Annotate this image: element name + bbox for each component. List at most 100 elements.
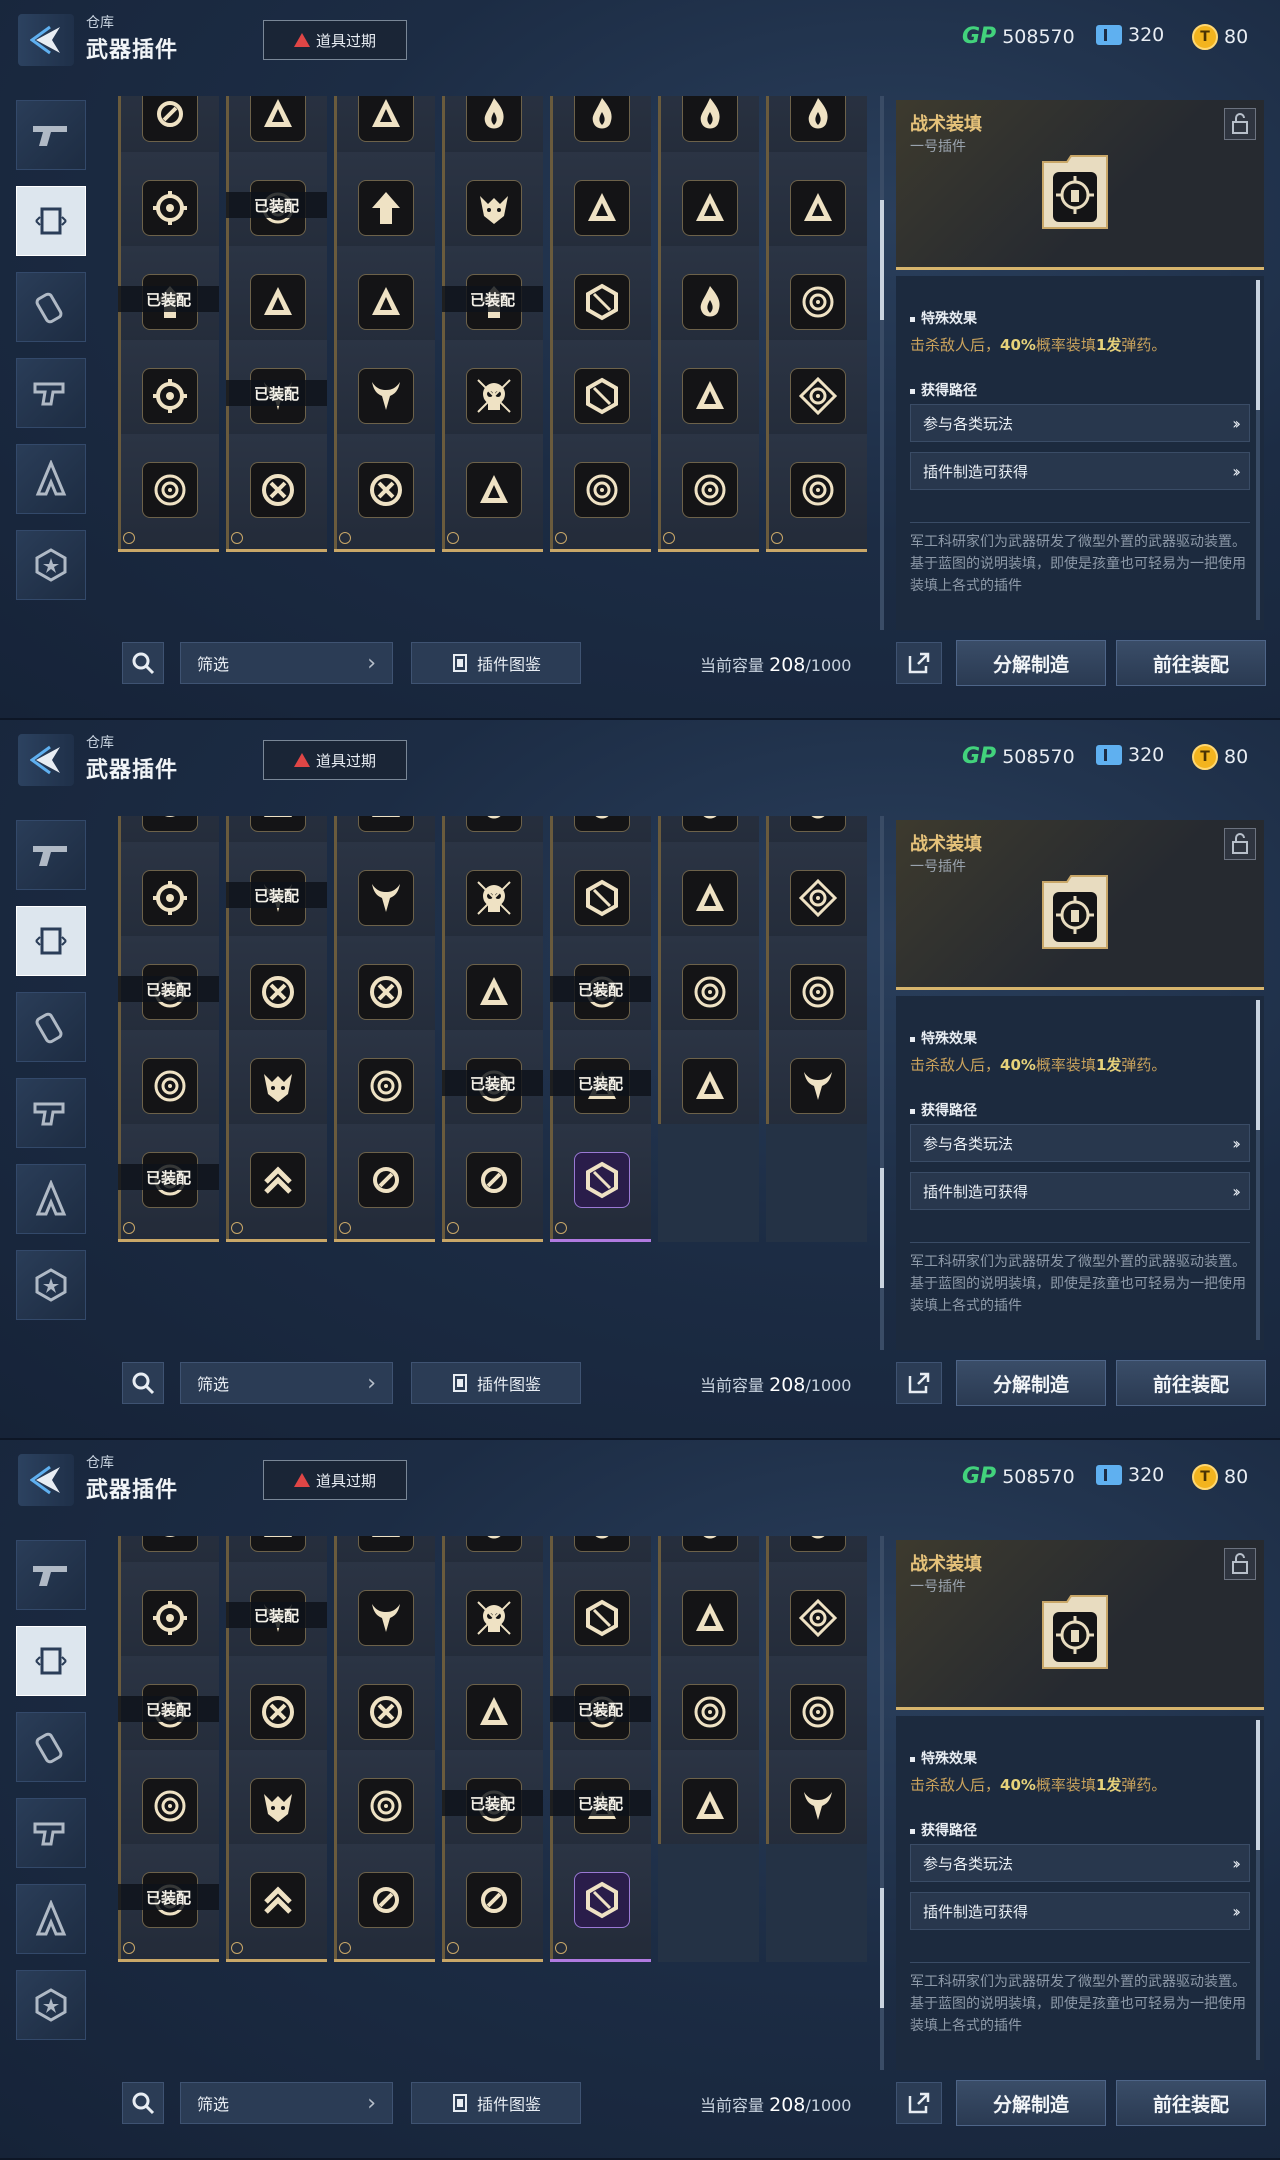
gp-currency[interactable]: GP 508570 — [962, 24, 1075, 49]
expired-items-button[interactable]: 道具过期 — [263, 1460, 407, 1500]
plugin-card[interactable] — [118, 434, 219, 552]
plugin-card[interactable] — [550, 1124, 651, 1242]
plugin-card[interactable] — [442, 1124, 543, 1242]
plugin-detail-body[interactable]: 特殊效果 击杀敌人后，40%概率装填1发弹药。 获得路径 参与各类玩法 ›› 插… — [896, 996, 1264, 1350]
tab-badges[interactable] — [16, 1970, 86, 2040]
tab-attachments[interactable] — [16, 358, 86, 428]
route-gameplay-button[interactable]: 参与各类玩法 ›› — [910, 404, 1250, 442]
tab-grenades[interactable] — [16, 1712, 86, 1782]
detail-scrollbar-thumb[interactable] — [1256, 1000, 1260, 1130]
goto-equip-button[interactable]: 前往装配 — [1116, 1360, 1266, 1406]
empty-slot[interactable] — [658, 1844, 759, 1962]
gp-currency[interactable]: GP 508570 — [962, 1464, 1075, 1489]
coin-currency[interactable]: T 80 — [1192, 24, 1248, 50]
decompose-button[interactable]: 分解制造 — [956, 2080, 1106, 2126]
plugin-card[interactable] — [334, 1844, 435, 1962]
plugin-card[interactable]: 已装配 — [118, 1844, 219, 1962]
search-button[interactable] — [122, 2082, 164, 2124]
goto-equip-button[interactable]: 前往装配 — [1116, 640, 1266, 686]
plugin-card[interactable] — [550, 434, 651, 552]
filter-dropdown[interactable]: 筛选 › — [180, 1362, 393, 1404]
tab-weapons[interactable] — [16, 100, 86, 170]
detail-scrollbar-thumb[interactable] — [1256, 280, 1260, 410]
plugin-detail-body[interactable]: 特殊效果 击杀敌人后，40%概率装填1发弹药。 获得路径 参与各类玩法 ›› 插… — [896, 1716, 1264, 2070]
share-button[interactable] — [896, 2082, 942, 2124]
lock-button[interactable] — [1224, 108, 1256, 140]
tab-badges[interactable] — [16, 1250, 86, 1320]
lock-button[interactable] — [1224, 1548, 1256, 1580]
goto-equip-button[interactable]: 前往装配 — [1116, 2080, 1266, 2126]
share-button[interactable] — [896, 1362, 942, 1404]
search-button[interactable] — [122, 642, 164, 684]
route-gameplay-button[interactable]: 参与各类玩法 ›› — [910, 1844, 1250, 1882]
detail-scrollbar-thumb[interactable] — [1256, 1720, 1260, 1850]
tab-grenades[interactable] — [16, 992, 86, 1062]
tab-plugins[interactable] — [16, 906, 86, 976]
tab-characters[interactable] — [16, 1164, 86, 1234]
back-button[interactable] — [18, 1454, 74, 1506]
coin-currency[interactable]: T 80 — [1192, 1464, 1248, 1490]
search-button[interactable] — [122, 1362, 164, 1404]
route-crafting-button[interactable]: 插件制造可获得 ›› — [910, 1172, 1250, 1210]
grid-scrollbar[interactable] — [880, 1536, 884, 2070]
tab-plugins[interactable] — [16, 186, 86, 256]
gp-currency[interactable]: GP 508570 — [962, 744, 1075, 769]
route-crafting-button[interactable]: 插件制造可获得 ›› — [910, 1892, 1250, 1930]
detail-scrollbar[interactable] — [1256, 1720, 1260, 2060]
grid-scrollbar-thumb[interactable] — [880, 1888, 884, 2008]
tab-attachments[interactable] — [16, 1798, 86, 1868]
coin-currency[interactable]: T 80 — [1192, 744, 1248, 770]
grid-scrollbar[interactable] — [880, 816, 884, 1350]
plugin-grid[interactable]: 已装配 已装配 已装配 已装配 — [118, 96, 868, 630]
plugin-card[interactable] — [550, 1844, 651, 1962]
plugin-codex-button[interactable]: 插件图鉴 — [411, 1362, 581, 1404]
tab-plugins[interactable] — [16, 1626, 86, 1696]
plugin-card[interactable] — [442, 1844, 543, 1962]
decompose-button[interactable]: 分解制造 — [956, 640, 1106, 686]
plugin-codex-button[interactable]: 插件图鉴 — [411, 642, 581, 684]
detail-scrollbar[interactable] — [1256, 1000, 1260, 1340]
plugin-card[interactable] — [766, 434, 867, 552]
plugin-card[interactable] — [334, 1124, 435, 1242]
plugin-card[interactable]: 已装配 — [118, 1124, 219, 1242]
decompose-button[interactable]: 分解制造 — [956, 1360, 1106, 1406]
plugin-card[interactable] — [226, 1124, 327, 1242]
detail-scrollbar[interactable] — [1256, 280, 1260, 620]
tab-weapons[interactable] — [16, 820, 86, 890]
route-gameplay-button[interactable]: 参与各类玩法 ›› — [910, 1124, 1250, 1162]
expired-items-button[interactable]: 道具过期 — [263, 740, 407, 780]
lock-button[interactable] — [1224, 828, 1256, 860]
expired-items-button[interactable]: 道具过期 — [263, 20, 407, 60]
plugin-grid[interactable]: 已装配 已装配 已装配 已装配 已装配 已装配 — [118, 1536, 868, 2070]
tab-grenades[interactable] — [16, 272, 86, 342]
ticket-currency[interactable]: 320 — [1096, 1464, 1164, 1486]
tab-attachments[interactable] — [16, 1078, 86, 1148]
tab-badges[interactable] — [16, 530, 86, 600]
plugin-grid[interactable]: 已装配 已装配 已装配 已装配 已装配 已装配 — [118, 816, 868, 1350]
plugin-codex-button[interactable]: 插件图鉴 — [411, 2082, 581, 2124]
grid-scrollbar-thumb[interactable] — [880, 1168, 884, 1288]
filter-dropdown[interactable]: 筛选 › — [180, 642, 393, 684]
filter-dropdown[interactable]: 筛选 › — [180, 2082, 393, 2124]
plugin-card[interactable] — [226, 1844, 327, 1962]
tab-weapons[interactable] — [16, 1540, 86, 1610]
plugin-card[interactable] — [442, 434, 543, 552]
empty-slot[interactable] — [658, 1124, 759, 1242]
plugin-card[interactable] — [658, 434, 759, 552]
empty-slot[interactable] — [766, 1124, 867, 1242]
plugin-card[interactable] — [334, 434, 435, 552]
grid-scrollbar[interactable] — [880, 96, 884, 630]
plugin-card[interactable] — [226, 434, 327, 552]
grid-scrollbar-thumb[interactable] — [880, 200, 884, 320]
share-button[interactable] — [896, 642, 942, 684]
route-crafting-button[interactable]: 插件制造可获得 ›› — [910, 452, 1250, 490]
plugin-detail-body[interactable]: 特殊效果 击杀敌人后，40%概率装填1发弹药。 获得路径 参与各类玩法 ›› 插… — [896, 276, 1264, 630]
empty-slot[interactable] — [766, 1844, 867, 1962]
back-button[interactable] — [18, 14, 74, 66]
back-button[interactable] — [18, 734, 74, 786]
ticket-currency[interactable]: 320 — [1096, 744, 1164, 766]
tab-characters[interactable] — [16, 444, 86, 514]
tab-characters[interactable] — [16, 1884, 86, 1954]
equipped-badge: 已装配 — [442, 286, 543, 312]
ticket-currency[interactable]: 320 — [1096, 24, 1164, 46]
